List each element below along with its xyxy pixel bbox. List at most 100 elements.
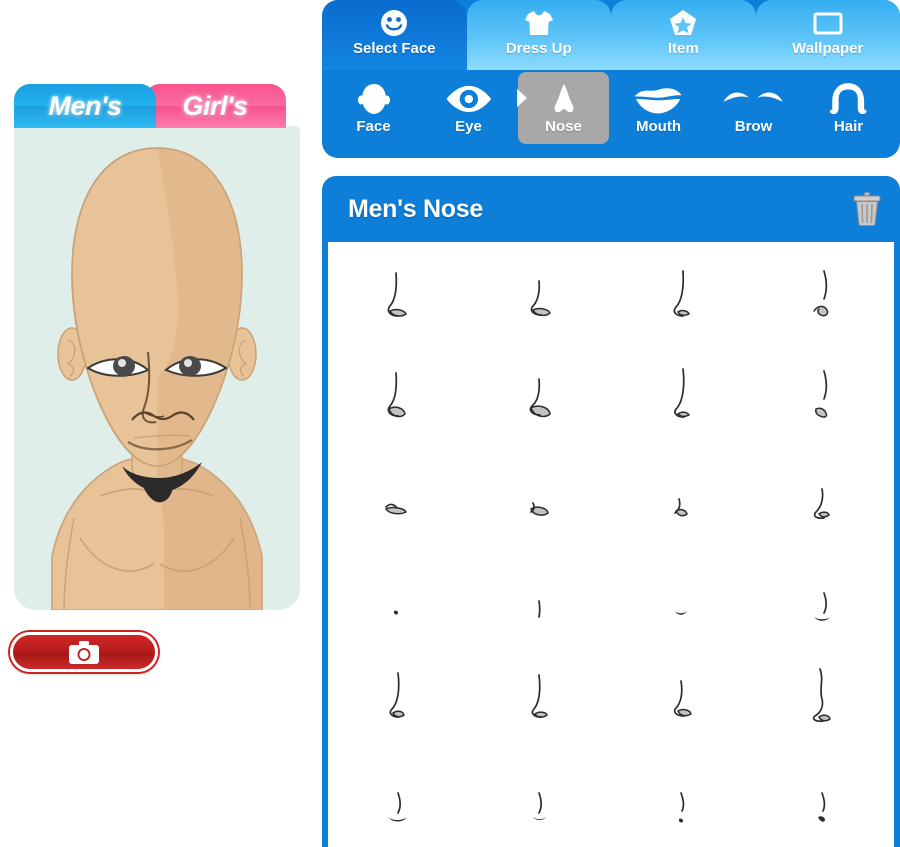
nose-thumb-icon <box>533 792 547 820</box>
nose-asset-13[interactable] <box>328 546 470 646</box>
nose-asset-4[interactable] <box>753 246 895 346</box>
sub-tab-bar: Face Eye Nose Mouth Brow Hair <box>326 72 896 144</box>
nose-thumb-icon <box>818 792 826 822</box>
nose-thumb-icon <box>530 502 550 516</box>
nose-asset-17[interactable] <box>328 646 470 746</box>
tab-wallpaper[interactable]: Wallpaper <box>755 0 900 70</box>
nose-asset-14[interactable] <box>470 546 612 646</box>
nose-thumb-icon <box>813 668 832 723</box>
nose-thumb-icon <box>673 498 688 517</box>
nav-module: Select Face Dress Up Item Wallpaper Face… <box>322 0 900 158</box>
nose-icon <box>549 81 579 117</box>
nose-asset-5[interactable] <box>328 346 470 446</box>
sub-tab-nose-label: Nose <box>545 118 582 135</box>
nose-thumb-icon <box>538 600 541 618</box>
asset-browser-panel: Men's Nose <box>322 176 900 847</box>
selected-arrow-icon <box>517 89 527 107</box>
gender-tab-girls[interactable]: Girl's <box>144 84 286 128</box>
nose-asset-6[interactable] <box>470 346 612 446</box>
editor-panel: Select Face Dress Up Item Wallpaper Face… <box>322 0 900 847</box>
asset-grid-area[interactable] <box>328 242 894 847</box>
sub-tab-brow-label: Brow <box>734 118 773 135</box>
nose-asset-22[interactable] <box>470 746 612 846</box>
nose-asset-7[interactable] <box>611 346 753 446</box>
nose-thumb-icon <box>529 378 552 418</box>
star-icon <box>669 9 697 37</box>
face-shape-icon <box>357 81 391 117</box>
nose-asset-3[interactable] <box>611 246 753 346</box>
nose-asset-11[interactable] <box>611 446 753 546</box>
nose-thumb-icon <box>815 370 828 418</box>
nose-thumb-icon <box>387 272 407 317</box>
nose-asset-grid <box>328 242 894 846</box>
nose-thumb-icon <box>530 280 552 317</box>
tshirt-icon <box>524 9 554 37</box>
sub-tab-face[interactable]: Face <box>328 72 419 144</box>
sub-tab-eye-label: Eye <box>455 118 482 135</box>
sub-tab-hair[interactable]: Hair <box>803 72 894 144</box>
nose-thumb-icon <box>673 680 692 717</box>
nose-thumb-icon <box>813 270 829 317</box>
nose-thumb-icon <box>814 592 831 621</box>
gender-tab-mens[interactable]: Men's <box>14 84 156 128</box>
nose-asset-15[interactable] <box>611 546 753 646</box>
sub-tab-mouth-label: Mouth <box>636 118 681 135</box>
tab-select-face[interactable]: Select Face <box>322 0 467 70</box>
nose-asset-9[interactable] <box>328 446 470 546</box>
sub-tab-mouth[interactable]: Mouth <box>613 72 704 144</box>
nose-asset-1[interactable] <box>328 246 470 346</box>
nose-thumb-icon <box>674 611 687 615</box>
nose-asset-12[interactable] <box>753 446 895 546</box>
nose-thumb-icon <box>384 503 407 515</box>
tab-wallpaper-label: Wallpaper <box>792 40 864 57</box>
nose-thumb-icon <box>387 792 407 822</box>
nose-asset-19[interactable] <box>611 646 753 746</box>
tab-item[interactable]: Item <box>611 0 756 70</box>
app-root: Men's Girl's Select Face Dress Up Item W… <box>0 0 900 847</box>
nose-asset-20[interactable] <box>753 646 895 746</box>
tab-item-label: Item <box>667 40 699 57</box>
hair-icon <box>828 81 868 117</box>
nose-asset-23[interactable] <box>611 746 753 846</box>
nose-thumb-icon <box>393 610 398 615</box>
sub-tab-brow[interactable]: Brow <box>708 72 799 144</box>
camera-capture-button[interactable] <box>10 632 158 672</box>
tab-dress-up-label: Dress Up <box>505 40 572 57</box>
mouth-lips-icon <box>632 81 684 117</box>
nose-asset-10[interactable] <box>470 446 612 546</box>
panel-header: Men's Nose <box>328 176 894 242</box>
delete-button[interactable] <box>852 192 882 226</box>
nose-thumb-icon <box>387 372 406 418</box>
main-tab-bar: Select Face Dress Up Item Wallpaper <box>322 0 900 70</box>
nose-asset-16[interactable] <box>753 546 895 646</box>
nose-thumb-icon <box>389 672 405 718</box>
nose-thumb-icon <box>531 674 549 718</box>
nose-asset-24[interactable] <box>753 746 895 846</box>
panel-title: Men's Nose <box>348 194 483 223</box>
gender-tab-bar: Men's Girl's <box>14 84 286 128</box>
nose-thumb-icon <box>814 488 831 520</box>
gender-tab-girls-label: Girl's <box>182 90 248 121</box>
nose-asset-18[interactable] <box>470 646 612 746</box>
avatar-illustration <box>14 126 300 610</box>
sub-tab-eye[interactable]: Eye <box>423 72 514 144</box>
eyebrow-icon <box>722 81 784 117</box>
sub-tab-face-label: Face <box>356 118 391 135</box>
wallpaper-frame-icon <box>813 9 843 37</box>
nose-asset-21[interactable] <box>328 746 470 846</box>
sub-tab-hair-label: Hair <box>833 118 864 135</box>
eye-icon <box>444 81 494 117</box>
nose-thumb-icon <box>673 270 690 317</box>
tab-dress-up[interactable]: Dress Up <box>466 0 611 70</box>
nose-thumb-icon <box>678 792 684 823</box>
tab-select-face-label: Select Face <box>352 40 436 57</box>
nose-thumb-icon <box>673 368 690 418</box>
trash-icon <box>853 192 881 226</box>
nose-asset-2[interactable] <box>470 246 612 346</box>
avatar-stage[interactable] <box>14 126 300 610</box>
sub-tab-nose[interactable]: Nose <box>517 72 609 144</box>
camera-icon <box>69 640 99 664</box>
avatar-panel: Men's Girl's <box>0 0 320 847</box>
nose-asset-8[interactable] <box>753 346 895 446</box>
gender-tab-mens-label: Men's <box>48 90 122 121</box>
